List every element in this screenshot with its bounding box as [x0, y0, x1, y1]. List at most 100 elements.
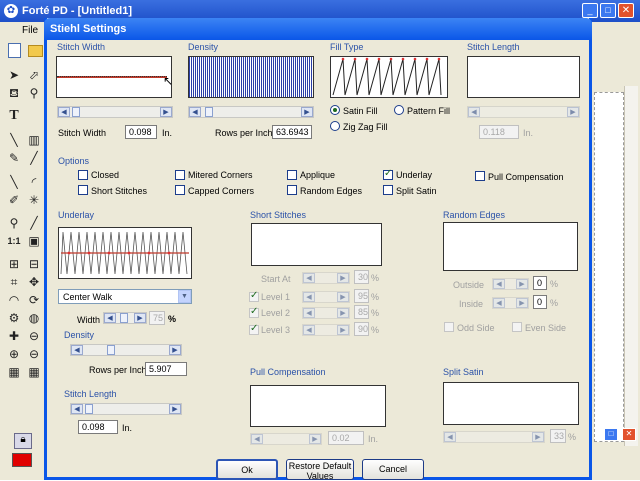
- level-3-slider[interactable]: ◀ ▶: [302, 324, 350, 336]
- fan-icon[interactable]: ◠: [6, 292, 22, 308]
- scroll-right-icon[interactable]: ▶: [169, 345, 181, 355]
- column-icon[interactable]: ▥: [26, 132, 42, 148]
- scroll-right-icon[interactable]: ▶: [309, 434, 321, 444]
- pattern-fill-radio[interactable]: [394, 105, 404, 115]
- scroll-right-icon[interactable]: ▶: [337, 325, 349, 335]
- vertical-scrollbar[interactable]: [624, 86, 638, 446]
- scroll-left-icon[interactable]: ◀: [303, 308, 315, 318]
- stitch-width-slider[interactable]: ◀ ▶: [57, 106, 173, 118]
- level-1-slider[interactable]: ◀ ▶: [302, 291, 350, 303]
- scroll-left-icon[interactable]: ◀: [468, 107, 480, 117]
- stack2-icon[interactable]: ⊖: [26, 346, 42, 362]
- pen-icon[interactable]: ✐: [6, 192, 22, 208]
- scroll-left-icon[interactable]: ◀: [444, 432, 456, 442]
- satin-fill-radio[interactable]: [330, 105, 340, 115]
- density-slider[interactable]: ◀ ▶: [188, 106, 314, 118]
- lock-icon[interactable]: 🔒︎: [14, 433, 32, 449]
- scroll-right-icon[interactable]: ▶: [337, 308, 349, 318]
- level-1-input[interactable]: 95: [354, 289, 369, 303]
- level-1-checkbox[interactable]: [249, 290, 259, 302]
- zoom-fit-icon[interactable]: ▣: [26, 233, 42, 249]
- scroll-right-icon[interactable]: ▶: [337, 273, 349, 283]
- slider-thumb[interactable]: [205, 107, 213, 117]
- select-arrow-icon[interactable]: ➤: [6, 67, 22, 83]
- target-icon[interactable]: ⊖: [26, 328, 42, 344]
- start-at-input[interactable]: 30: [354, 270, 369, 284]
- level-2-input[interactable]: 85: [354, 305, 369, 319]
- level-3-checkbox[interactable]: [249, 323, 259, 335]
- restore-defaults-button[interactable]: Restore Default Values: [286, 459, 354, 481]
- scroll-left-icon[interactable]: ◀: [493, 298, 505, 308]
- needle-icon[interactable]: ╱: [26, 150, 42, 166]
- move-icon[interactable]: ✥: [26, 274, 42, 290]
- underlay-checkbox[interactable]: [383, 168, 393, 180]
- restore-icon[interactable]: □: [604, 428, 618, 441]
- dropper-icon[interactable]: ⚲: [26, 85, 42, 101]
- scroll-left-icon[interactable]: ◀: [303, 325, 315, 335]
- align-icon[interactable]: ⊟: [26, 256, 42, 272]
- zoom-icon[interactable]: ⚲: [6, 215, 22, 231]
- underlay-rows-input[interactable]: 5.907: [145, 362, 187, 376]
- split-satin-slider[interactable]: ◀ ▶: [443, 431, 545, 443]
- scroll-left-icon[interactable]: ◀: [104, 313, 116, 323]
- stack-icon[interactable]: ⊕: [6, 346, 22, 362]
- ok-button[interactable]: Ok: [216, 459, 278, 480]
- capped-corners-checkbox[interactable]: [175, 185, 185, 195]
- minimize-icon[interactable]: _: [582, 3, 598, 18]
- scroll-right-icon[interactable]: ▶: [516, 298, 528, 308]
- scroll-left-icon[interactable]: ◀: [251, 434, 263, 444]
- scroll-right-icon[interactable]: ▶: [567, 107, 579, 117]
- short-stitches-checkbox[interactable]: [78, 185, 88, 195]
- inside-input[interactable]: 0: [533, 295, 547, 309]
- scroll-left-icon[interactable]: ◀: [58, 107, 70, 117]
- underlay-width-slider[interactable]: ◀ ▶: [103, 312, 147, 324]
- underlay-width-input[interactable]: 75: [149, 311, 165, 325]
- scroll-right-icon[interactable]: ▶: [337, 292, 349, 302]
- stitch-length-input[interactable]: 0.118: [479, 125, 519, 139]
- scroll-right-icon[interactable]: ▶: [169, 404, 181, 414]
- open-folder-icon[interactable]: [28, 45, 43, 57]
- split-satin-checkbox[interactable]: [383, 185, 393, 195]
- scroll-left-icon[interactable]: ◀: [303, 273, 315, 283]
- slider-thumb[interactable]: [85, 404, 93, 414]
- scroll-right-icon[interactable]: ▶: [532, 432, 544, 442]
- stack3-icon[interactable]: ▦: [6, 364, 22, 380]
- crop-icon[interactable]: ⌗: [6, 274, 22, 290]
- scroll-right-icon[interactable]: ▶: [134, 313, 146, 323]
- line-icon[interactable]: ╲: [6, 132, 22, 148]
- rotate-icon[interactable]: ⟳: [26, 292, 42, 308]
- measure-icon[interactable]: ╱: [26, 215, 42, 231]
- scroll-left-icon[interactable]: ◀: [303, 292, 315, 302]
- cancel-button[interactable]: Cancel: [362, 459, 424, 480]
- close-icon[interactable]: ✕: [618, 3, 634, 18]
- scroll-right-icon[interactable]: ▶: [516, 279, 528, 289]
- zigzag-fill-radio[interactable]: [330, 121, 340, 131]
- level-2-checkbox[interactable]: [249, 306, 259, 318]
- scroll-left-icon[interactable]: ◀: [71, 345, 83, 355]
- stack4-icon[interactable]: ▦: [26, 364, 42, 380]
- color-swatch[interactable]: [12, 453, 32, 467]
- puzzle-icon[interactable]: ✚: [6, 328, 22, 344]
- sparkle-icon[interactable]: ✳: [26, 192, 42, 208]
- applique-checkbox[interactable]: [287, 170, 297, 180]
- slider-thumb[interactable]: [72, 107, 80, 117]
- inside-slider[interactable]: ◀ ▶: [492, 297, 529, 309]
- pull-compensation-input[interactable]: 0.02: [328, 431, 364, 445]
- even-side-checkbox[interactable]: [512, 322, 522, 332]
- text-icon[interactable]: T: [6, 108, 22, 124]
- globe-icon[interactable]: ◍: [26, 310, 42, 326]
- rows-per-inch-input[interactable]: 63.6943: [272, 125, 312, 139]
- arc-icon[interactable]: ◜: [26, 174, 42, 190]
- split-satin-input[interactable]: 33: [550, 429, 566, 443]
- stitch-width-input[interactable]: 0.098: [125, 125, 157, 139]
- scroll-left-icon[interactable]: ◀: [493, 279, 505, 289]
- scroll-left-icon[interactable]: ◀: [71, 404, 83, 414]
- scroll-right-icon[interactable]: ▶: [160, 107, 172, 117]
- close-doc-icon[interactable]: ✕: [622, 428, 636, 441]
- pull-compensation-checkbox[interactable]: [475, 171, 485, 181]
- grid-icon[interactable]: ⊞: [6, 256, 22, 272]
- new-file-icon[interactable]: [8, 43, 21, 58]
- stitch-icon[interactable]: ✎: [6, 150, 22, 166]
- menu-file[interactable]: File: [22, 25, 38, 36]
- level-2-slider[interactable]: ◀ ▶: [302, 307, 350, 319]
